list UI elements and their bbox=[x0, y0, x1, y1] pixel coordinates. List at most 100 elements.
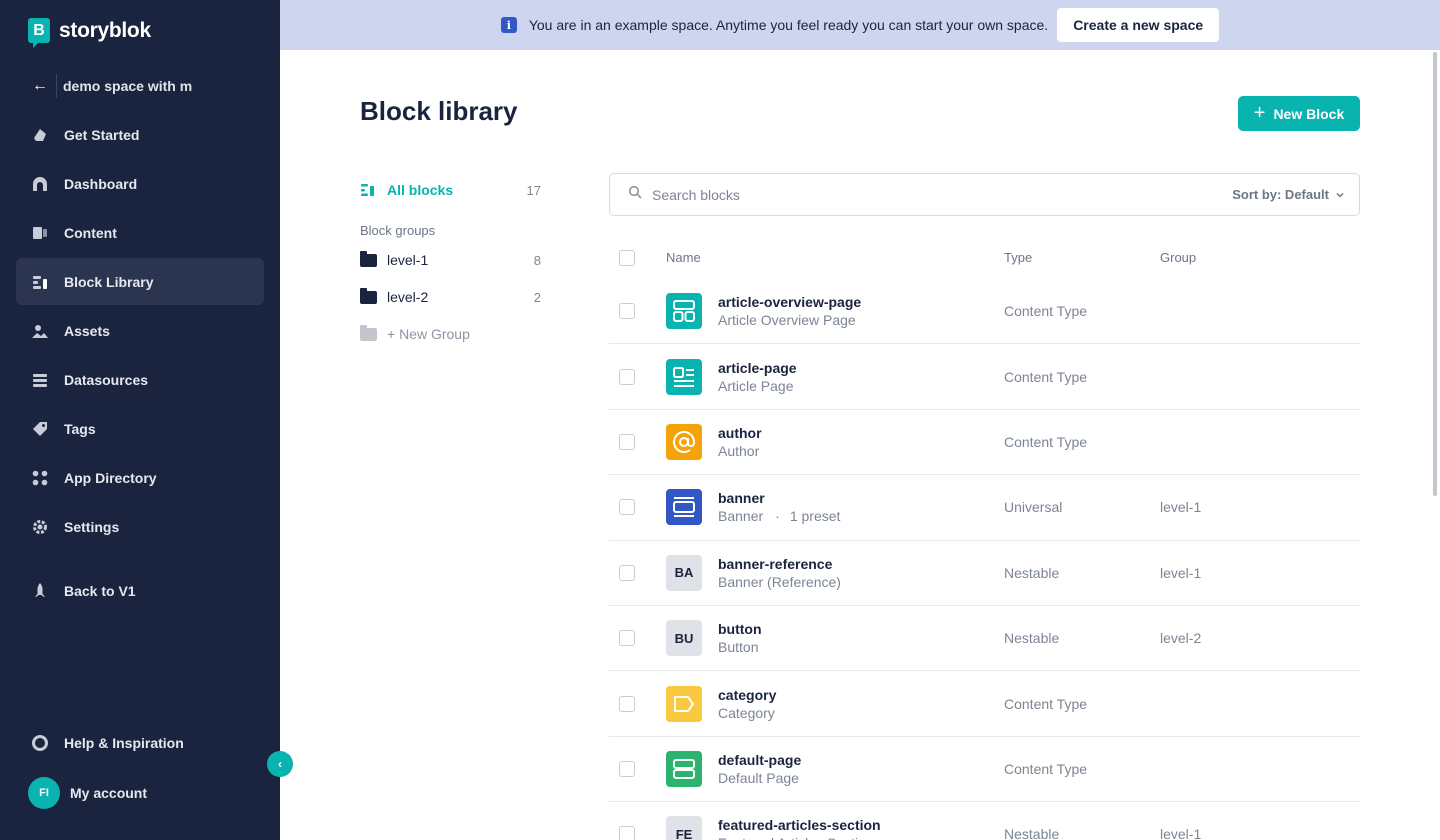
table-row[interactable]: article-page Article Page Content Type bbox=[609, 344, 1360, 410]
my-account[interactable]: FI My account bbox=[16, 768, 264, 818]
folder-icon bbox=[360, 250, 378, 267]
block-name[interactable]: author bbox=[718, 424, 762, 442]
block-name[interactable]: category bbox=[718, 686, 776, 704]
row-checkbox[interactable] bbox=[619, 695, 635, 712]
block-name[interactable]: default-page bbox=[718, 751, 801, 769]
block-display-name: Banner · 1 preset bbox=[718, 507, 840, 525]
table-body: article-overview-page Article Overview P… bbox=[609, 279, 1360, 840]
nav-item-dashboard[interactable]: Dashboard bbox=[16, 160, 264, 207]
table-row[interactable]: BA banner-reference Banner (Reference) N… bbox=[609, 541, 1360, 606]
image-icon bbox=[30, 321, 50, 341]
new-block-button[interactable]: + New Block bbox=[1238, 96, 1360, 131]
block-name[interactable]: article-overview-page bbox=[718, 293, 861, 311]
display-name: Category bbox=[718, 704, 775, 721]
block-type: Content Type bbox=[1004, 433, 1088, 450]
group-count: 8 bbox=[533, 252, 541, 268]
nav-item-back-to-v1[interactable]: Back to V1 bbox=[16, 567, 264, 614]
chevron-left-icon: ‹ bbox=[278, 757, 282, 771]
create-space-button[interactable]: Create a new space bbox=[1057, 8, 1220, 42]
table-row[interactable]: article-overview-page Article Overview P… bbox=[609, 279, 1360, 345]
block-name[interactable]: featured-articles-section bbox=[718, 816, 881, 834]
row-checkbox[interactable] bbox=[619, 826, 635, 840]
gear-icon bbox=[30, 517, 50, 537]
group-level-2[interactable]: level-2 2 bbox=[360, 283, 541, 311]
space-switcher[interactable]: ← demo space with m bbox=[28, 74, 264, 98]
select-all-checkbox[interactable] bbox=[619, 249, 635, 266]
column-type: Type bbox=[1004, 250, 1033, 265]
block-type: Nestable bbox=[1004, 564, 1060, 581]
plus-icon: + bbox=[1253, 101, 1266, 124]
nav-label: Settings bbox=[64, 518, 120, 535]
block-name-cell: article-overview-page Article Overview P… bbox=[666, 293, 1004, 330]
nav-item-app-directory[interactable]: App Directory bbox=[16, 454, 264, 501]
nav-item-tags[interactable]: Tags bbox=[16, 405, 264, 452]
article-icon bbox=[666, 358, 702, 395]
nav-item-assets[interactable]: Assets bbox=[16, 307, 264, 354]
back-arrow-icon[interactable]: ← bbox=[28, 77, 52, 95]
folder-icon bbox=[360, 287, 378, 304]
nav-item-help[interactable]: Help & Inspiration bbox=[16, 719, 264, 766]
folder-icon bbox=[360, 324, 378, 341]
sort-label: Sort by: Default bbox=[1232, 187, 1329, 202]
nav-item-settings[interactable]: Settings bbox=[16, 503, 264, 550]
nav-item-datasources[interactable]: Datasources bbox=[16, 356, 264, 403]
table-row[interactable]: FE featured-articles-section Featured Ar… bbox=[609, 802, 1360, 840]
group-count: 2 bbox=[533, 289, 541, 305]
row-checkbox[interactable] bbox=[619, 303, 635, 320]
block-group: level-1 bbox=[1160, 499, 1202, 516]
collapse-sidebar-button[interactable]: ‹ bbox=[267, 751, 293, 777]
row-checkbox[interactable] bbox=[619, 368, 635, 385]
table-row[interactable]: BU button Button Nestable level-2 bbox=[609, 606, 1360, 672]
block-display-name: Default Page bbox=[718, 769, 801, 787]
nav-item-get-started[interactable]: Get Started bbox=[16, 111, 264, 158]
row-checkbox[interactable] bbox=[619, 760, 635, 777]
nav-label: Get Started bbox=[64, 126, 140, 143]
group-level-1[interactable]: level-1 8 bbox=[360, 246, 541, 274]
tag-icon bbox=[30, 419, 50, 439]
column-group: Group bbox=[1160, 250, 1197, 265]
block-type: Nestable bbox=[1004, 826, 1060, 840]
storyblok-logo-icon: B bbox=[28, 18, 50, 48]
search-input[interactable] bbox=[652, 186, 1233, 203]
all-blocks-label: All blocks bbox=[387, 182, 454, 198]
block-display-name: Category bbox=[718, 704, 776, 722]
row-checkbox[interactable] bbox=[619, 564, 635, 581]
label-icon bbox=[666, 685, 702, 722]
table-row[interactable]: default-page Default Page Content Type bbox=[609, 737, 1360, 803]
rocket-icon bbox=[30, 581, 50, 601]
block-name[interactable]: button bbox=[718, 620, 762, 638]
initials-text: FE bbox=[675, 826, 693, 840]
nav-label: App Directory bbox=[64, 469, 157, 486]
display-name: Article Overview Page bbox=[718, 312, 856, 329]
block-name[interactable]: article-page bbox=[718, 359, 797, 377]
block-name-cell: banner Banner · 1 preset bbox=[666, 489, 1004, 526]
nav-item-content[interactable]: Content bbox=[16, 209, 264, 256]
sidebar: B storyblok ← demo space with m Get Star… bbox=[0, 0, 280, 840]
block-group: level-1 bbox=[1160, 564, 1202, 581]
row-checkbox[interactable] bbox=[619, 433, 635, 450]
table-row[interactable]: author Author Content Type bbox=[609, 410, 1360, 476]
new-group-button[interactable]: + New Group bbox=[360, 320, 541, 348]
storyblok-logo[interactable]: B storyblok bbox=[28, 18, 151, 48]
blocks-icon bbox=[30, 272, 50, 292]
block-name[interactable]: banner bbox=[718, 489, 840, 507]
table-row[interactable]: banner Banner · 1 preset Universal level-1 bbox=[609, 475, 1360, 541]
block-text: button Button bbox=[718, 620, 762, 656]
sort-dropdown[interactable]: Sort by: Default bbox=[1232, 187, 1345, 202]
row-checkbox[interactable] bbox=[619, 630, 635, 647]
display-name: Banner (Reference) bbox=[718, 573, 841, 590]
all-blocks-filter[interactable]: All blocks 17 bbox=[360, 176, 541, 204]
block-name[interactable]: banner-reference bbox=[718, 555, 841, 573]
display-name: Default Page bbox=[718, 769, 799, 786]
scrollbar[interactable] bbox=[1433, 52, 1437, 496]
block-display-name: Featured Articles Section bbox=[718, 834, 881, 840]
block-text: banner Banner · 1 preset bbox=[718, 489, 840, 525]
nav-extra: Back to V1 bbox=[16, 567, 264, 616]
table-row[interactable]: category Category Content Type bbox=[609, 671, 1360, 737]
block-type: Content Type bbox=[1004, 695, 1088, 712]
preset-count: 1 preset bbox=[789, 508, 841, 525]
row-checkbox[interactable] bbox=[619, 499, 635, 516]
nav-item-block-library[interactable]: Block Library bbox=[16, 258, 264, 305]
block-name-cell: author Author bbox=[666, 423, 1004, 460]
nav-label: Tags bbox=[64, 420, 96, 437]
